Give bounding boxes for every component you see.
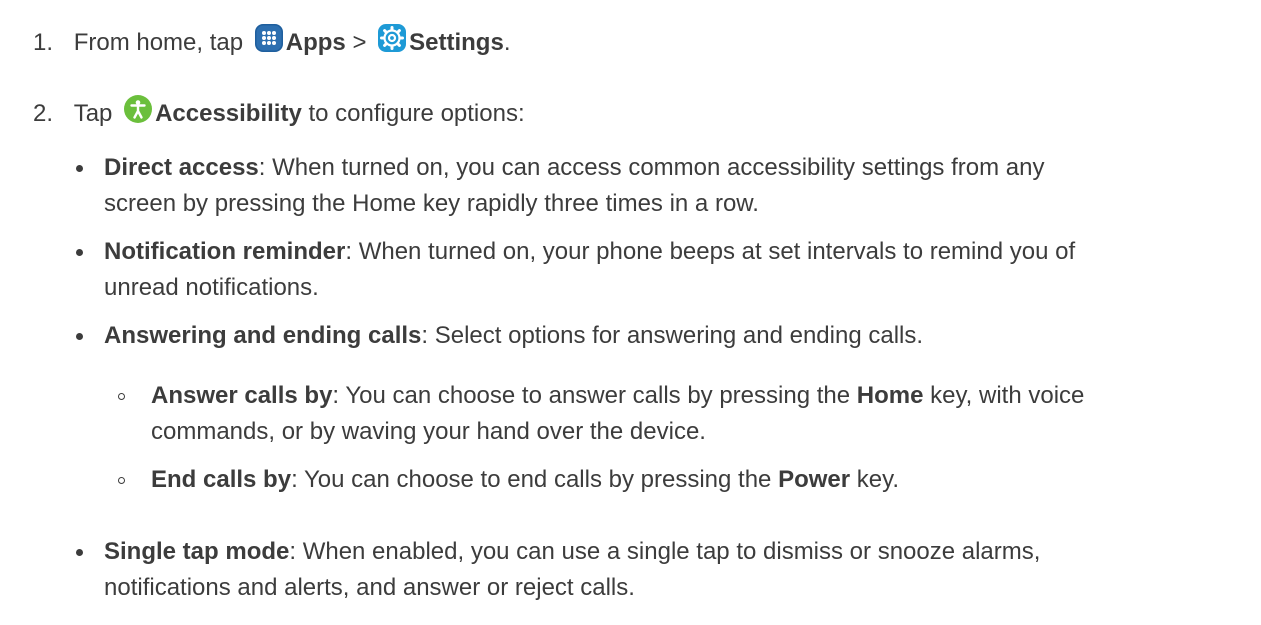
step-text: From home, tap — [73, 29, 244, 56]
sub-option-answer-calls-by: Answer calls by: You can choose to answe… — [151, 380, 1084, 412]
option-answering-ending-calls: Answering and ending calls: Select optio… — [104, 320, 923, 352]
option-direct-access: Direct access: When turned on, you can a… — [104, 152, 1044, 184]
option-term: Notification reminder — [104, 238, 346, 265]
option-direct-access-cont: screen by pressing the Home key rapidly … — [104, 188, 759, 220]
step-2: 2. Tap Accessibility to configure option… — [33, 94, 525, 130]
option-term: Answering and ending calls — [104, 322, 422, 349]
option-single-tap-mode-cont: notifications and alerts, and answer or … — [104, 572, 635, 604]
option-text: : When turned on, you can access common … — [258, 154, 1045, 181]
apps-label: Apps — [285, 29, 346, 56]
sub-option-term: Answer calls by — [151, 382, 333, 409]
sub-option-text: : You can choose to answer calls by pres… — [332, 382, 851, 409]
sub-option-end-calls-by: End calls by: You can choose to end call… — [151, 464, 899, 496]
sub-option-text: commands, or by waving your hand over th… — [151, 418, 706, 445]
option-notification-reminder-cont: unread notifications. — [104, 272, 319, 304]
settings-gear-icon — [377, 23, 407, 53]
option-text: : Select options for answering and endin… — [421, 322, 924, 349]
sub-bullet — [118, 477, 125, 484]
sub-option-answer-calls-by-cont: commands, or by waving your hand over th… — [151, 416, 706, 448]
home-key-label: Home — [856, 382, 924, 409]
instruction-page: 1. From home, tap Apps > Settings. 2. Ta… — [0, 0, 1261, 625]
step-number: 1. — [33, 29, 54, 56]
sub-option-text: key, with voice — [930, 382, 1085, 409]
sub-option-term: End calls by — [151, 466, 292, 493]
separator: > — [352, 29, 367, 56]
option-notification-reminder: Notification reminder: When turned on, y… — [104, 236, 1075, 268]
power-key-label: Power — [778, 466, 851, 493]
sub-option-text: key. — [856, 466, 899, 493]
step-1: 1. From home, tap Apps > Settings. — [33, 23, 510, 59]
step-number: 2. — [33, 100, 54, 127]
sub-option-text: : You can choose to end calls by pressin… — [291, 466, 772, 493]
step-suffix: . — [503, 29, 511, 56]
apps-grid-icon — [254, 23, 284, 53]
bullet — [76, 549, 83, 556]
accessibility-person-icon — [123, 94, 153, 124]
step-text: Tap — [73, 100, 113, 127]
settings-label: Settings — [409, 29, 504, 56]
option-text: screen by pressing the Home key rapidly … — [104, 190, 759, 217]
sub-bullet — [118, 393, 125, 400]
step-suffix: to configure options: — [308, 100, 525, 127]
option-term: Direct access — [104, 154, 259, 181]
bullet — [76, 333, 83, 340]
option-text: : When enabled, you can use a single tap… — [289, 538, 1041, 565]
accessibility-label: Accessibility — [155, 100, 302, 127]
option-text: notifications and alerts, and answer or … — [104, 574, 635, 601]
option-single-tap-mode: Single tap mode: When enabled, you can u… — [104, 536, 1040, 568]
bullet — [76, 249, 83, 256]
option-text: unread notifications. — [104, 274, 319, 301]
option-term: Single tap mode — [104, 538, 290, 565]
bullet — [76, 165, 83, 172]
option-text: : When turned on, your phone beeps at se… — [345, 238, 1076, 265]
